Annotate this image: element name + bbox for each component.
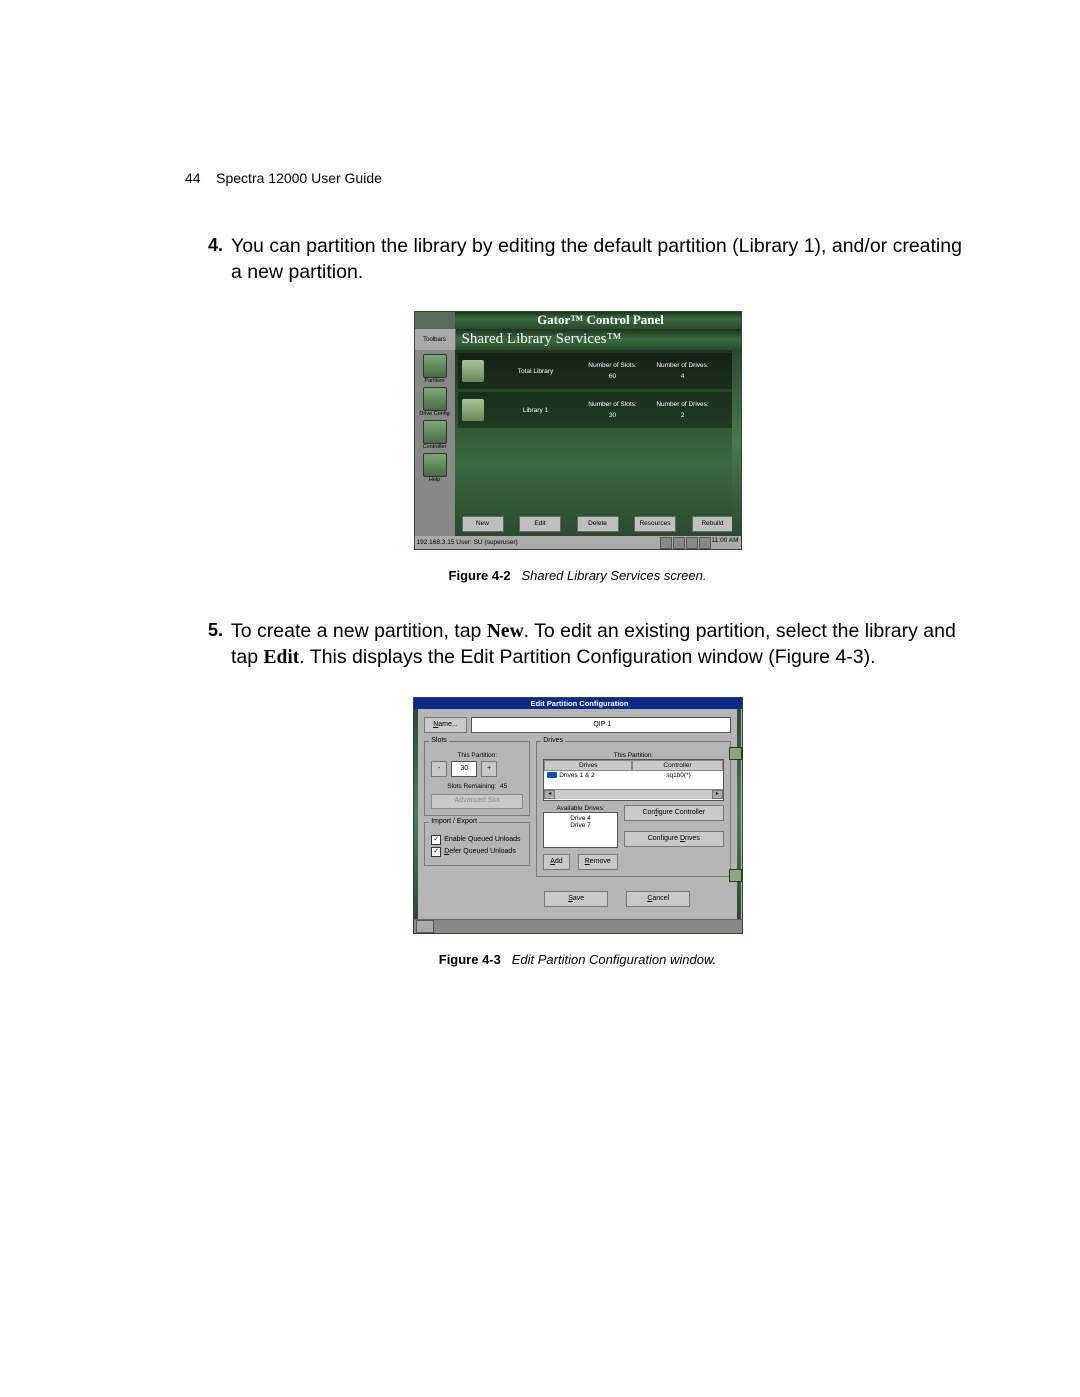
name-input[interactable]: QIP 1: [471, 717, 731, 733]
page-number: 44: [185, 170, 201, 186]
step-5-number: 5.: [197, 619, 223, 670]
remove-button[interactable]: Remove: [578, 854, 618, 870]
tray-icon[interactable]: [660, 537, 672, 549]
cancel-button[interactable]: Cancel: [626, 891, 690, 907]
drives-fieldset: Drives This Partition: Drives Controller…: [536, 741, 731, 877]
slots-fieldset: Slots This Partition: - 30 + Slots Remai…: [424, 741, 530, 816]
col-drives: Drives: [544, 760, 632, 771]
scrollbar[interactable]: [732, 350, 741, 536]
row-label: Library 1: [494, 407, 578, 414]
sidebar-item-help[interactable]: Help: [419, 451, 451, 483]
drives-table[interactable]: Drives Controller Drives 1 & 2 sq1b0(*) …: [543, 759, 724, 801]
sidebar-item-partition[interactable]: Partition: [419, 352, 451, 384]
list-item[interactable]: Drive 4: [547, 815, 614, 822]
status-bar: 192.168.3.15 User: SU (superuser) 11:00 …: [415, 536, 741, 549]
sls-subtitle: Shared Library Services™: [456, 329, 622, 350]
status-left: 192.168.3.15 User: SU (superuser): [417, 539, 518, 546]
slots-minus-button[interactable]: -: [431, 761, 447, 777]
new-keyword: New: [487, 621, 524, 642]
delete-button[interactable]: Delete: [577, 516, 619, 532]
available-drives-label: Available Drives:: [543, 805, 618, 812]
resources-button[interactable]: Resources: [634, 516, 676, 532]
page-header: 44 Spectra 12000 User Guide: [185, 170, 970, 186]
toolbars-button[interactable]: Toolbars: [415, 329, 456, 350]
add-button[interactable]: Add: [543, 854, 569, 870]
checkbox-icon: ✓: [431, 835, 441, 845]
step-5-text: To create a new partition, tap New. To e…: [231, 619, 970, 670]
name-button[interactable]: Name...: [424, 717, 467, 733]
gator-title: Gator™ Control Panel: [415, 312, 741, 329]
tray-icon[interactable]: [699, 537, 711, 549]
available-drives-list[interactable]: Drive 4 Drive 7: [543, 812, 618, 848]
step-4-number: 4.: [197, 234, 223, 285]
library-icon: [462, 399, 484, 421]
sidebar: Partition Drive Config Controller Help: [415, 350, 455, 536]
bottom-bar: [414, 919, 742, 933]
cartridge-icon: [729, 869, 742, 882]
figure-4-3-caption: Figure 4-3 Edit Partition Configuration …: [185, 952, 970, 967]
drive-config-icon: [423, 387, 447, 411]
configure-drives-button[interactable]: Configure Drives: [624, 831, 724, 847]
configure-controller-button[interactable]: Configure Controller: [624, 805, 724, 821]
rebuild-button[interactable]: Rebuild: [692, 516, 734, 532]
this-partition-label: This Partition:: [431, 752, 523, 759]
col-controller: Controller: [632, 760, 723, 771]
step-5: 5. To create a new partition, tap New. T…: [197, 619, 970, 670]
help-icon: [423, 453, 447, 477]
library-row-total[interactable]: Total Library Number of Slots:60 Number …: [458, 353, 738, 389]
dialog-title: Edit Partition Configuration: [414, 698, 742, 709]
edit-button[interactable]: Edit: [519, 516, 561, 532]
step-4: 4. You can partition the library by edit…: [197, 234, 970, 285]
library-row-1[interactable]: Library 1 Number of Slots:30 Number of D…: [458, 392, 738, 428]
tray-icon[interactable]: [686, 537, 698, 549]
figure-4-2-caption: Figure 4-2 Shared Library Services scree…: [185, 568, 970, 583]
library-icon: [462, 360, 484, 382]
slots-remaining-value: 45: [500, 783, 507, 790]
step-4-text: You can partition the library by editing…: [231, 234, 970, 285]
slots-value[interactable]: 30: [451, 761, 477, 777]
slots-plus-button[interactable]: +: [481, 761, 497, 777]
slots-remaining-label: Slots Remaining:: [447, 783, 496, 790]
controller-icon: [423, 420, 447, 444]
drives-this-partition-label: This Partition:: [543, 752, 724, 759]
guide-title: Spectra 12000 User Guide: [216, 170, 382, 186]
row-label: Total Library: [494, 368, 578, 375]
tray-icon[interactable]: [673, 537, 685, 549]
table-row[interactable]: Drives 1 & 2 sq1b0(*): [544, 771, 723, 780]
cartridge-icon: [729, 747, 742, 760]
drive-icon: [547, 772, 557, 778]
new-button[interactable]: New: [462, 516, 504, 532]
advanced-slot-button[interactable]: Advanced Slot: [431, 794, 523, 809]
enable-queued-unloads-checkbox[interactable]: ✓ Enable Queued Unloads: [431, 835, 523, 845]
import-export-fieldset: Import / Export ✓ Enable Queued Unloads …: [424, 822, 530, 866]
keyboard-icon[interactable]: [416, 920, 434, 933]
sidebar-item-drive-config[interactable]: Drive Config: [419, 385, 451, 417]
edit-keyword: Edit: [264, 647, 300, 668]
horizontal-scrollbar[interactable]: ◂▸: [544, 789, 723, 799]
save-button[interactable]: Save: [544, 891, 608, 907]
right-rail[interactable]: [737, 709, 742, 919]
sidebar-item-controller[interactable]: Controller: [419, 418, 451, 450]
sls-screenshot: Gator™ Control Panel Toolbars Shared Lib…: [414, 311, 742, 550]
defer-queued-unloads-checkbox[interactable]: ✓ Defer Queued Unloads: [431, 847, 523, 857]
partition-icon: [423, 354, 447, 378]
status-time: 11:00 AM: [712, 537, 739, 549]
checkbox-icon: ✓: [431, 847, 441, 857]
list-item[interactable]: Drive 7: [547, 822, 614, 829]
edit-partition-screenshot: Edit Partition Configuration Name... QIP…: [413, 697, 743, 934]
